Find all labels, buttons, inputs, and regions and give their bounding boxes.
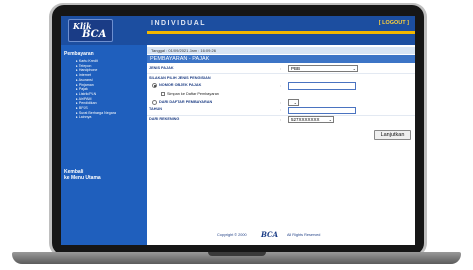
header-accent-stripe: [147, 31, 415, 34]
colon: :: [280, 107, 282, 112]
laptop-notch: [208, 252, 266, 256]
lanjutkan-button[interactable]: Lanjutkan: [374, 130, 411, 140]
nomor-objek-input[interactable]: [288, 82, 356, 90]
dari-rekening-select[interactable]: 527XXXXXXX ⌄: [288, 116, 334, 123]
page-title: PEMBAYARAN - PAJAK: [147, 55, 415, 63]
rekening-value: 527XXXXXXX: [291, 117, 320, 122]
sidebar-menu: ▸ Kartu Kredit ▸ Telepon ▸ Handphone ▸ I…: [76, 59, 116, 120]
dari-rekening-label: DARI REKENING: [149, 117, 180, 121]
dari-daftar-label: DARI DAFTAR PEMBAYARAN: [159, 100, 213, 104]
account-type-title: INDIVIDUAL: [151, 20, 207, 27]
tahun-input[interactable]: [288, 107, 356, 114]
back-to-main-menu-link[interactable]: Kembali ke Menu Utama: [64, 169, 101, 181]
colon: :: [280, 117, 282, 122]
tahun-label: TAHUN: [149, 107, 163, 111]
rights-text: All Rights Reserved: [287, 233, 321, 237]
chevron-down-icon: ⌄: [352, 66, 356, 71]
sidebar-item-lainnya[interactable]: ▸ Lainnya: [76, 115, 116, 120]
dari-daftar-radio[interactable]: [152, 100, 157, 105]
colon: :: [280, 83, 282, 88]
browser-screen: Klik BCA INDIVIDUAL [ LOGOUT ] Pembayara…: [61, 16, 415, 245]
header-bar: Klik BCA INDIVIDUAL [ LOGOUT ]: [61, 16, 415, 45]
pilih-jenis-pengisian-label: SILAKAN PILIH JENIS PENGISIAN: [149, 76, 211, 80]
dari-daftar-select[interactable]: ⌄: [288, 99, 299, 106]
row-divider: [147, 115, 415, 116]
jenis-pajak-value: PBB: [291, 66, 301, 71]
jenis-pajak-label: JENIS PAJAK: [149, 66, 174, 70]
simpan-checkbox[interactable]: [161, 92, 165, 96]
back-link-line2: ke Menu Utama: [64, 175, 101, 181]
simpan-label: Simpan ke Daftar Pembayaran: [167, 92, 219, 96]
main-content: Tanggal : 01/09/2021 Jam : 16:09:26 PEMB…: [147, 45, 415, 245]
logo-bca-text: BCA: [82, 29, 107, 40]
colon: :: [280, 66, 282, 71]
logout-link[interactable]: [ LOGOUT ]: [379, 20, 409, 26]
copyright-text: Copyright © 2000: [217, 233, 247, 237]
row-divider: [147, 73, 415, 74]
date-time-bar: Tanggal : 01/09/2021 Jam : 16:09:26: [147, 47, 415, 54]
klikbca-logo: Klik BCA: [68, 19, 113, 42]
nomor-objek-radio[interactable]: [152, 83, 157, 88]
sidebar-heading[interactable]: Pembayaran: [64, 51, 94, 57]
sidebar: Pembayaran ▸ Kartu Kredit ▸ Telepon ▸ Ha…: [61, 45, 147, 245]
chevron-down-icon: ⌄: [293, 100, 297, 105]
jenis-pajak-select[interactable]: PBB ⌄: [288, 65, 358, 72]
chevron-down-icon: ⌄: [328, 117, 332, 122]
nomor-objek-label: NOMOR OBJEK PAJAK: [159, 83, 202, 87]
bca-footer-logo: BCA: [261, 230, 279, 239]
colon: :: [280, 100, 282, 105]
